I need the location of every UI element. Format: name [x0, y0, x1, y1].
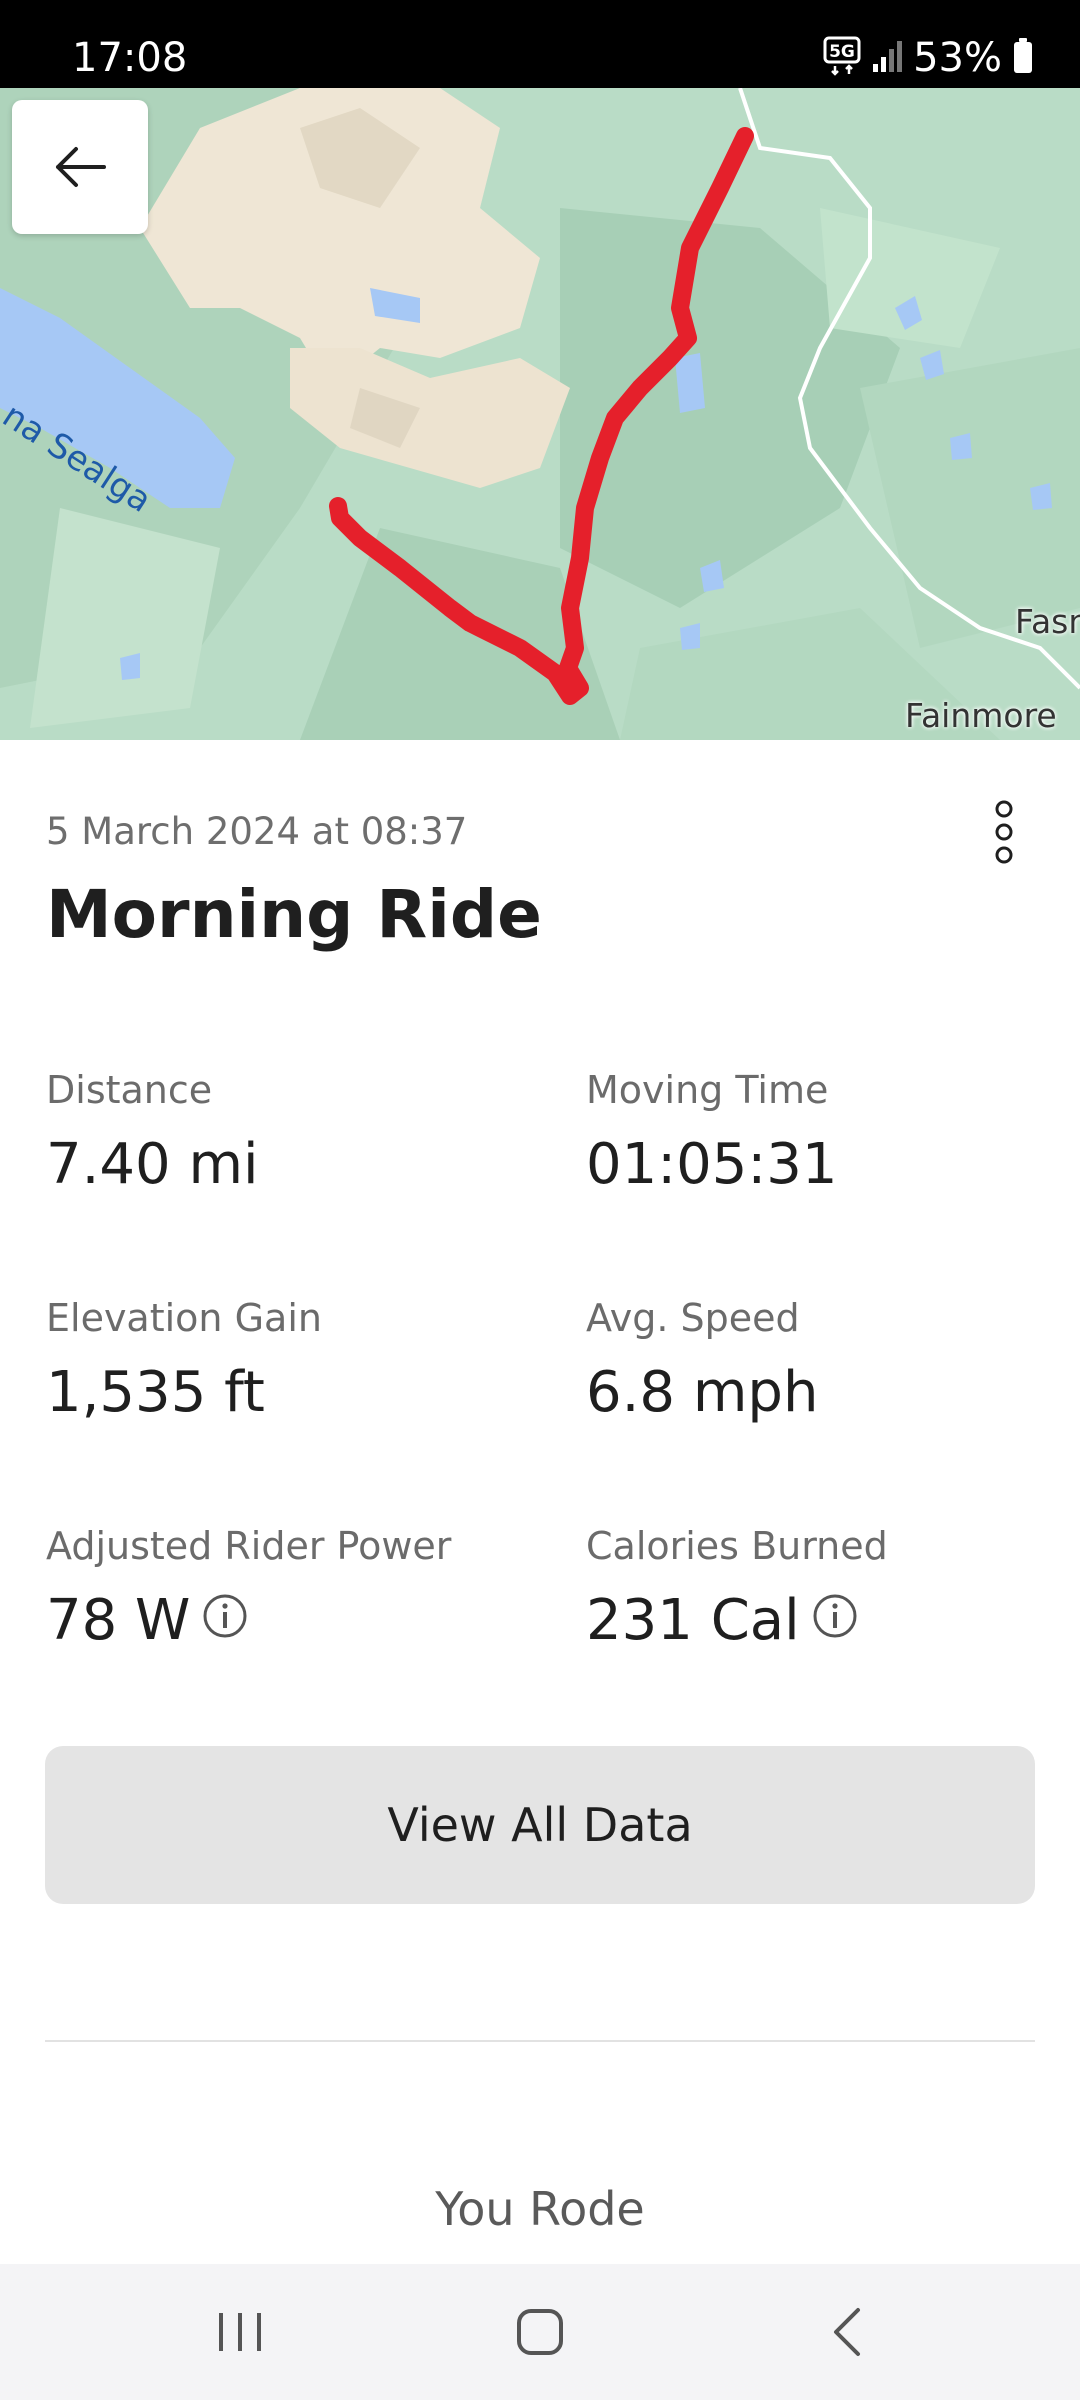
recent-apps-button[interactable]	[170, 2264, 310, 2400]
back-button[interactable]	[12, 100, 148, 234]
more-options-button[interactable]	[980, 792, 1028, 872]
status-indicators: 5G 53%	[823, 32, 1034, 84]
stat-value-text: 78 W	[46, 1588, 191, 1653]
system-back-button[interactable]	[776, 2264, 916, 2400]
battery-percent: 53%	[913, 35, 1002, 81]
stat-moving-time: Moving Time 01:05:31	[586, 1068, 838, 1198]
stat-value: 6.8 mph	[586, 1360, 818, 1426]
stat-avg-speed: Avg. Speed 6.8 mph	[586, 1296, 818, 1426]
home-icon	[517, 2309, 563, 2355]
stat-value: 1,535 ft	[46, 1360, 322, 1426]
stat-elevation-gain: Elevation Gain 1,535 ft	[46, 1296, 322, 1426]
stat-value-text: 231 Cal	[586, 1588, 800, 1653]
recents-icon	[219, 2313, 261, 2351]
stat-label: Elevation Gain	[46, 1296, 322, 1340]
stat-value: 7.40 mi	[46, 1132, 259, 1198]
system-navigation-bar	[0, 2264, 1080, 2400]
info-icon[interactable]	[202, 1588, 248, 1654]
chevron-left-icon	[834, 2308, 860, 2356]
view-all-data-button[interactable]: View All Data	[45, 1746, 1035, 1904]
signal-strength-icon	[871, 38, 903, 78]
stat-label: Moving Time	[586, 1068, 829, 1112]
home-button[interactable]	[470, 2264, 610, 2400]
stat-rider-power: Adjusted Rider Power 78 W	[46, 1524, 451, 1654]
stat-distance: Distance 7.40 mi	[46, 1068, 259, 1198]
svg-text:5G: 5G	[829, 42, 855, 62]
network-5g-icon: 5G	[823, 36, 861, 80]
map-label-fainmore: Fainmore	[905, 696, 1057, 735]
activity-date: 5 March 2024 at 08:37	[46, 810, 468, 853]
status-time: 17:08	[72, 35, 188, 81]
stat-label: Distance	[46, 1068, 213, 1112]
stat-value: 231 Cal	[586, 1588, 888, 1654]
activity-title: Morning Ride	[46, 876, 542, 953]
stat-calories: Calories Burned 231 Cal	[586, 1524, 888, 1654]
map-terrain	[0, 88, 1080, 740]
map-label-fasn: Fasn	[1015, 602, 1080, 641]
stat-value-text: 6.8 mph	[586, 1360, 819, 1425]
stat-value-text: 7.40 mi	[46, 1132, 259, 1197]
info-icon[interactable]	[812, 1588, 858, 1654]
battery-icon	[1012, 37, 1034, 79]
divider	[45, 2040, 1035, 2042]
stat-label: Adjusted Rider Power	[46, 1524, 452, 1568]
stat-value: 01:05:31	[586, 1132, 838, 1198]
stat-value-text: 1,535 ft	[46, 1360, 265, 1425]
arrow-left-icon	[56, 147, 106, 187]
stat-label: Avg. Speed	[586, 1296, 800, 1340]
more-vertical-icon	[995, 800, 1013, 864]
route-map[interactable]: h na Sealga Fasn Fainmore Google	[0, 88, 1080, 740]
stat-label: Calories Burned	[586, 1524, 888, 1568]
stat-value-text: 01:05:31	[586, 1132, 838, 1197]
status-bar: 17:08 5G 53%	[0, 0, 1080, 88]
section-heading-you-rode: You Rode	[435, 2182, 645, 2236]
stat-value: 78 W	[46, 1588, 451, 1654]
